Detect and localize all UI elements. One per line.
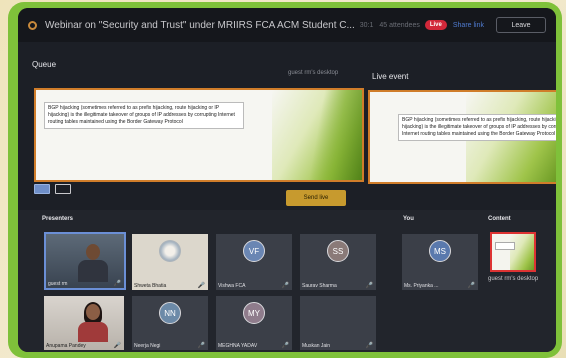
- presenter-tile[interactable]: Shweta Bhatia 🎤: [132, 234, 208, 290]
- window-title: Webinar on "Security and Trust" under MR…: [45, 19, 354, 31]
- slide-green-graphic: [510, 234, 534, 270]
- share-link[interactable]: Share link: [453, 22, 484, 29]
- presenter-body: [78, 260, 108, 282]
- app-window: Webinar on "Security and Trust" under MR…: [18, 8, 556, 352]
- avatar: MY: [243, 302, 265, 324]
- leave-button[interactable]: Leave: [496, 17, 546, 33]
- mic-icon: 🎤: [197, 283, 205, 289]
- avatar: VF: [243, 240, 265, 262]
- presenter-tile[interactable]: Muskan Jain 🎤: [300, 296, 376, 350]
- presenter-name: Vishwa FCA: [218, 283, 246, 289]
- mic-icon: 🎤: [365, 283, 373, 289]
- presenter-name: Neerja Negi: [134, 343, 161, 349]
- mic-icon: 🎤: [113, 281, 121, 287]
- avatar: SS: [327, 240, 349, 262]
- queue-slide-preview[interactable]: BGP hijacking (sometimes referred to as …: [34, 88, 364, 182]
- presenter-tile[interactable]: MY MEGHNA YADAV 🎤: [216, 296, 292, 350]
- presenter-tile[interactable]: NN Neerja Negi 🎤: [132, 296, 208, 350]
- mic-icon: 🎤: [467, 283, 475, 289]
- content-source: guest rm's desktop: [488, 276, 539, 282]
- content-heading: Content: [488, 216, 511, 222]
- presenter-name: Saurav Sharma: [302, 283, 337, 289]
- presenter-body: [78, 322, 108, 342]
- presenter-name: guest rm: [48, 281, 68, 287]
- avatar: NN: [159, 302, 181, 324]
- title-bar: Webinar on "Security and Trust" under MR…: [18, 8, 556, 42]
- presenter-tile[interactable]: VF Vishwa FCA 🎤: [216, 234, 292, 290]
- attendee-count: 45 attendees: [379, 21, 420, 29]
- avatar-photo: [159, 240, 181, 262]
- single-view-toggle[interactable]: [34, 184, 50, 194]
- content-thumbnail[interactable]: [490, 232, 536, 272]
- elapsed-time: 30:1: [359, 21, 374, 29]
- split-view-toggle[interactable]: [55, 184, 71, 194]
- presenters-heading: Presenters: [42, 216, 74, 222]
- slide-text-block: [495, 242, 515, 250]
- presenter-tile[interactable]: Anupama Pandey 🎤: [44, 296, 124, 350]
- presenter-face: [86, 304, 100, 320]
- live-event-label: Live event: [372, 72, 409, 81]
- you-tile[interactable]: MS Ms. Priyanka ... 🎤: [402, 234, 478, 290]
- presenter-name: MEGHNA YADAV: [218, 343, 258, 349]
- presenter-name: Anupama Pandey: [46, 343, 86, 349]
- mic-icon: 🎤: [197, 343, 205, 349]
- live-badge: Live: [424, 20, 447, 30]
- you-name: Ms. Priyanka ...: [404, 283, 439, 289]
- mic-icon: 🎤: [365, 343, 373, 349]
- queue-source: guest rm's desktop: [288, 70, 339, 76]
- slide-stripe-graphic: [302, 90, 362, 180]
- record-icon: [28, 20, 37, 30]
- mic-icon: 🎤: [281, 343, 289, 349]
- slide-text: BGP hijacking (sometimes referred to as …: [44, 102, 244, 129]
- presenter-name: Shweta Bhatia: [134, 283, 167, 289]
- presenter-tile[interactable]: guest rm 🎤: [44, 232, 126, 290]
- presenter-tile[interactable]: SS Saurav Sharma 🎤: [300, 234, 376, 290]
- presenter-video: [86, 244, 100, 260]
- you-heading: You: [403, 216, 414, 222]
- mic-icon: 🎤: [281, 283, 289, 289]
- slide-text: BGP hijacking (sometimes referred to as …: [398, 114, 556, 141]
- live-slide-preview: BGP hijacking (sometimes referred to as …: [368, 90, 556, 184]
- avatar: MS: [429, 240, 451, 262]
- queue-label: Queue: [32, 60, 57, 69]
- presenter-name: Muskan Jain: [302, 343, 331, 349]
- mic-icon: 🎤: [113, 343, 121, 349]
- send-live-button[interactable]: Send live: [286, 190, 346, 206]
